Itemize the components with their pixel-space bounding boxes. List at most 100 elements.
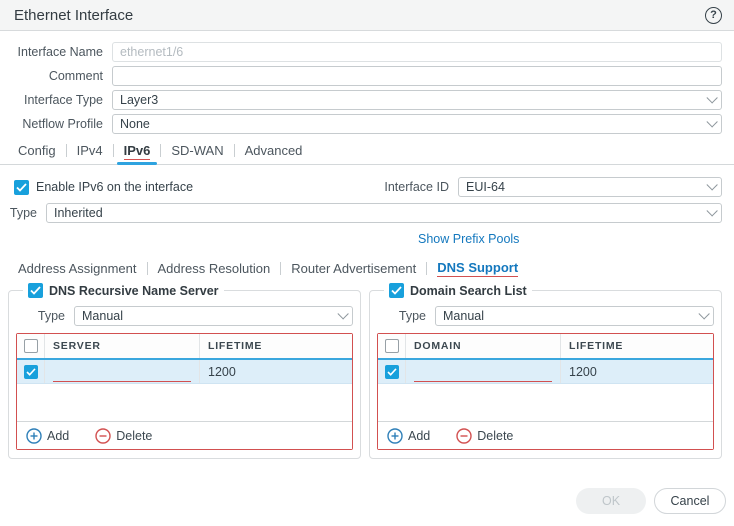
prefix-pools-row: Show Prefix Pools (0, 232, 734, 248)
ethernet-interface-dialog: Ethernet Interface ? Interface Name Comm… (0, 0, 734, 526)
domain-search-panel: Domain Search List Type Manual DOMAIN (369, 283, 722, 459)
ipv6-subtabs: Address Assignment Address Resolution Ro… (18, 259, 734, 277)
interface-type-value: Layer3 (120, 93, 706, 107)
chevron-down-icon (706, 116, 717, 127)
column-header-domain: DOMAIN (414, 340, 461, 352)
tab-advanced[interactable]: Advanced (245, 143, 303, 164)
netflow-profile-label: Netflow Profile (0, 117, 112, 131)
dialog-header: Ethernet Interface ? (0, 0, 734, 31)
comment-label: Comment (0, 69, 112, 83)
interface-form: Interface Name Comment Interface Type La… (0, 31, 734, 134)
table-row[interactable]: 1200 (17, 360, 352, 384)
column-header-server: SERVER (53, 340, 101, 352)
domain-search-enable-checkbox[interactable] (389, 283, 404, 298)
table-header: SERVER LIFETIME (17, 334, 352, 360)
domain-search-type-label: Type (377, 309, 435, 323)
table-empty-area (17, 384, 352, 421)
comment-field[interactable] (112, 66, 722, 86)
row-checkbox[interactable] (385, 365, 399, 379)
delete-button[interactable]: Delete (456, 428, 513, 444)
enable-ipv6-row: Enable IPv6 on the interface Interface I… (14, 178, 722, 196)
enable-ipv6-checkbox[interactable] (14, 180, 29, 195)
domain-search-legend: Domain Search List (384, 283, 532, 298)
chevron-down-icon (337, 308, 348, 319)
dns-recursive-type-select[interactable]: Manual (74, 306, 353, 326)
dns-recursive-title: DNS Recursive Name Server (49, 284, 219, 298)
chevron-down-icon (698, 308, 709, 319)
dns-recursive-legend: DNS Recursive Name Server (23, 283, 224, 298)
chevron-down-icon (706, 92, 717, 103)
table-header: DOMAIN LIFETIME (378, 334, 713, 360)
enable-ipv6-label: Enable IPv6 on the interface (36, 180, 193, 194)
tab-divider (280, 262, 281, 275)
dns-recursive-type-row: Type Manual (16, 306, 353, 326)
subtab-dns-support[interactable]: DNS Support (437, 260, 518, 277)
check-icon (26, 368, 36, 376)
delete-button[interactable]: Delete (95, 428, 152, 444)
delete-icon (456, 428, 472, 444)
select-all-checkbox[interactable] (24, 339, 38, 353)
tab-config[interactable]: Config (18, 143, 56, 164)
ipv6-type-label: Type (0, 206, 46, 220)
subtab-address-resolution[interactable]: Address Resolution (158, 261, 271, 276)
table-empty-area (378, 384, 713, 421)
domain-search-type-row: Type Manual (377, 306, 714, 326)
main-tabbar: Config IPv4 IPv6 SD-WAN Advanced (0, 141, 734, 165)
dns-recursive-type-label: Type (16, 309, 74, 323)
domain-search-table: DOMAIN LIFETIME (377, 333, 714, 450)
tab-sdwan[interactable]: SD-WAN (171, 143, 223, 164)
ipv6-type-row: Type Inherited (0, 203, 722, 223)
ok-button[interactable]: OK (576, 488, 646, 514)
check-icon (387, 368, 397, 376)
dns-recursive-enable-checkbox[interactable] (28, 283, 43, 298)
dialog-title: Ethernet Interface (14, 7, 133, 24)
cancel-button[interactable]: Cancel (654, 488, 726, 514)
netflow-profile-select[interactable]: None (112, 114, 722, 134)
delete-icon (95, 428, 111, 444)
table-row[interactable]: 1200 (378, 360, 713, 384)
interface-id-select[interactable]: EUI-64 (458, 177, 722, 197)
interface-name-label: Interface Name (0, 45, 112, 59)
subtab-router-advertisement[interactable]: Router Advertisement (291, 261, 416, 276)
dns-recursive-panel: DNS Recursive Name Server Type Manual SE… (8, 283, 361, 459)
domain-input[interactable] (414, 365, 552, 382)
tab-divider (113, 144, 114, 157)
ipv6-type-value: Inherited (54, 206, 706, 220)
check-icon (16, 183, 27, 192)
interface-name-field (112, 42, 722, 62)
tab-ipv4[interactable]: IPv4 (77, 143, 103, 164)
add-button[interactable]: Add (26, 428, 69, 444)
interface-name-row: Interface Name (0, 42, 722, 62)
interface-type-label: Interface Type (0, 93, 112, 107)
interface-type-select[interactable]: Layer3 (112, 90, 722, 110)
check-icon (30, 286, 41, 295)
column-header-lifetime: LIFETIME (208, 340, 262, 352)
lifetime-value: 1200 (569, 365, 597, 379)
interface-id-group: Interface ID EUI-64 (384, 177, 722, 197)
tab-divider (426, 262, 427, 275)
netflow-profile-value: None (120, 117, 706, 131)
table-footer: Add Delete (17, 421, 352, 449)
tab-ipv6[interactable]: IPv6 (124, 143, 151, 164)
dns-recursive-type-value: Manual (82, 309, 337, 323)
show-prefix-pools-link[interactable]: Show Prefix Pools (418, 232, 519, 246)
chevron-down-icon (706, 205, 717, 216)
tab-divider (66, 144, 67, 157)
domain-search-type-select[interactable]: Manual (435, 306, 714, 326)
dialog-footer: OK Cancel (576, 488, 726, 514)
server-input[interactable] (53, 365, 191, 382)
ipv6-type-select[interactable]: Inherited (46, 203, 722, 223)
table-footer: Add Delete (378, 421, 713, 449)
add-icon (387, 428, 403, 444)
add-icon (26, 428, 42, 444)
dns-support-panels: DNS Recursive Name Server Type Manual SE… (8, 283, 722, 459)
subtab-address-assignment[interactable]: Address Assignment (18, 261, 137, 276)
interface-type-row: Interface Type Layer3 (0, 90, 722, 110)
interface-id-value: EUI-64 (466, 180, 706, 194)
add-button[interactable]: Add (387, 428, 430, 444)
help-icon[interactable]: ? (705, 7, 722, 24)
domain-search-title: Domain Search List (410, 284, 527, 298)
select-all-checkbox[interactable] (385, 339, 399, 353)
dns-recursive-table: SERVER LIFETIME (16, 333, 353, 450)
row-checkbox[interactable] (24, 365, 38, 379)
